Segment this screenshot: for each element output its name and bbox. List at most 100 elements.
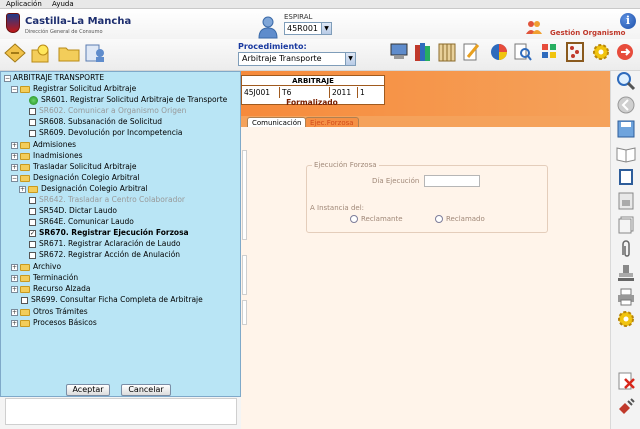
- expand-icon[interactable]: +: [11, 141, 18, 149]
- open-book-icon[interactable]: [616, 143, 636, 163]
- tree-label: SR602. Comunicar a Organismo Origen: [39, 106, 187, 115]
- tree-node-sr671[interactable]: SR671. Registrar Aclaración de Laudo: [29, 238, 180, 249]
- tree-node-sr670[interactable]: ✓ SR670. Registrar Ejecución Forzosa: [29, 227, 189, 238]
- tree-node-root[interactable]: − ARBITRAJE TRANSPORTE: [4, 72, 104, 83]
- folder-icon: [20, 319, 30, 327]
- org-management-link[interactable]: Gestión Organismo: [550, 29, 625, 37]
- tree-label: SR54D. Dictar Laudo: [39, 206, 117, 215]
- logo-title: Castilla-La Mancha: [25, 16, 132, 27]
- abacus-icon[interactable]: [566, 41, 584, 63]
- record-cell-year: 2011: [330, 87, 358, 98]
- tree-label: Terminación: [33, 273, 79, 282]
- tree-node-terminacion[interactable]: + Terminación: [11, 272, 78, 283]
- printer-icon[interactable]: [616, 287, 636, 307]
- espiral-select[interactable]: 45R001 ▼: [284, 22, 332, 35]
- notebook-icon[interactable]: [616, 167, 636, 187]
- execution-date-input[interactable]: [424, 175, 480, 187]
- record-cell-number: 45J001: [242, 87, 280, 98]
- toolbar: Procedimiento: Arbitraje Transporte ▼: [0, 39, 640, 71]
- tree-node-designacion-sub[interactable]: + Designación Colegio Arbitral: [19, 183, 148, 194]
- organization-icon: [526, 21, 542, 34]
- tree-label: SR601. Registrar Solicitud Arbitraje de …: [41, 95, 228, 104]
- diamond-sign-icon[interactable]: [4, 43, 26, 63]
- folder-icon: [20, 274, 30, 282]
- document-stack-icon[interactable]: [616, 215, 636, 235]
- delete-document-icon[interactable]: [616, 371, 636, 391]
- tree-node-sr64e[interactable]: SR64E. Comunicar Laudo: [29, 216, 134, 227]
- menu-bar: Aplicación Ayuda: [0, 0, 640, 9]
- tree-node-registrar[interactable]: − Registrar Solicitud Arbitraje: [11, 83, 136, 94]
- tree-node-sr699[interactable]: SR699. Consultar Ficha Completa de Arbit…: [21, 294, 203, 305]
- tree-node-sr608[interactable]: SR608. Subsanación de Solicitud: [29, 116, 162, 127]
- expand-icon[interactable]: +: [11, 319, 18, 327]
- menu-aplicacion[interactable]: Aplicación: [6, 0, 42, 8]
- expand-icon[interactable]: +: [11, 285, 18, 293]
- pie-chart-icon[interactable]: [490, 41, 508, 63]
- search-document-icon[interactable]: [514, 41, 532, 63]
- gear-icon[interactable]: [592, 41, 610, 63]
- tree-node-sr609[interactable]: SR609. Devolución por Incompetencia: [29, 127, 183, 138]
- plug-icon[interactable]: [616, 397, 636, 417]
- expand-icon[interactable]: +: [19, 185, 26, 193]
- cancel-button[interactable]: Cancelar: [121, 384, 171, 396]
- app-header: Castilla-La Mancha Dirección General de …: [0, 9, 640, 39]
- back-arrow-icon[interactable]: [616, 95, 636, 115]
- tree-label: Otros Trámites: [33, 307, 88, 316]
- tree-node-procesos[interactable]: + Procesos Básicos: [11, 317, 97, 328]
- library-icon[interactable]: [438, 41, 456, 63]
- expand-icon[interactable]: +: [11, 163, 18, 171]
- ghost-box: [242, 150, 247, 240]
- tree-label: Recurso Alzada: [33, 284, 91, 293]
- chevron-down-icon[interactable]: ▼: [345, 53, 355, 65]
- tree-node-recurso[interactable]: + Recurso Alzada: [11, 283, 90, 294]
- expand-icon[interactable]: +: [11, 152, 18, 160]
- stamp-icon[interactable]: [616, 263, 636, 283]
- folder-icon[interactable]: [58, 43, 80, 63]
- collapse-icon[interactable]: −: [4, 74, 11, 82]
- tab-comunicacion[interactable]: Comunicación: [247, 117, 307, 127]
- tree-node-inadmisiones[interactable]: + Inadmisiones: [11, 150, 83, 161]
- procedure-select[interactable]: Arbitraje Transporte ▼: [238, 52, 356, 66]
- tree-node-designacion[interactable]: − Designación Colegio Arbitral: [11, 172, 140, 183]
- magnifier-icon[interactable]: [616, 71, 636, 91]
- accept-button[interactable]: Aceptar: [66, 384, 110, 396]
- tree-node-admisiones[interactable]: + Admisiones: [11, 139, 76, 150]
- tree-node-sr672[interactable]: SR672. Registrar Acción de Anulación: [29, 249, 180, 260]
- books-icon[interactable]: [414, 41, 432, 63]
- tab-ejecucion-forzosa[interactable]: Ejec.Forzosa: [305, 117, 359, 127]
- settings-gear-icon[interactable]: [616, 309, 636, 329]
- stamp-document-icon[interactable]: [616, 191, 636, 211]
- tree-node-archivo[interactable]: + Archivo: [11, 261, 61, 272]
- tree-label: Procesos Básicos: [33, 318, 97, 327]
- diskette-icon[interactable]: [616, 119, 636, 139]
- expand-icon[interactable]: +: [11, 274, 18, 282]
- coat-of-arms-icon: [6, 13, 20, 33]
- tree-node-sr642: SR642. Trasladar a Centro Colaborador: [29, 194, 185, 205]
- collapse-icon[interactable]: −: [11, 174, 18, 182]
- tools-icon[interactable]: [540, 41, 558, 63]
- ghost-box: [242, 255, 247, 295]
- tree-node-sr601[interactable]: SR601. Registrar Solicitud Arbitraje de …: [29, 94, 227, 105]
- lightbulb-folder-icon[interactable]: [30, 43, 52, 63]
- record-status: Formalizado: [286, 98, 338, 107]
- tree-node-trasladar[interactable]: + Trasladar Solicitud Arbitraje: [11, 161, 137, 172]
- document-user-icon[interactable]: [84, 43, 106, 63]
- info-icon[interactable]: i: [620, 13, 636, 29]
- radio-reclamante[interactable]: [350, 215, 358, 223]
- tree-node-sr54d[interactable]: SR54D. Dictar Laudo: [29, 205, 117, 216]
- chevron-down-icon[interactable]: ▼: [321, 23, 331, 34]
- tree-node-otros[interactable]: + Otros Trámites: [11, 306, 88, 317]
- tab-bar: Comunicación Ejec.Forzosa: [241, 116, 610, 127]
- tree-label: SR670. Registrar Ejecución Forzosa: [39, 228, 189, 237]
- collapse-icon[interactable]: −: [11, 85, 18, 93]
- expand-icon[interactable]: +: [11, 308, 18, 316]
- pencil-document-icon[interactable]: [462, 41, 480, 63]
- checkbox-icon: [29, 251, 36, 259]
- expand-icon[interactable]: +: [11, 263, 18, 271]
- clip-icon[interactable]: [616, 239, 636, 259]
- computer-icon[interactable]: [390, 41, 408, 63]
- checkbox-icon: [29, 196, 36, 204]
- menu-ayuda[interactable]: Ayuda: [52, 0, 74, 8]
- exit-icon[interactable]: [616, 41, 634, 63]
- radio-reclamado[interactable]: [435, 215, 443, 223]
